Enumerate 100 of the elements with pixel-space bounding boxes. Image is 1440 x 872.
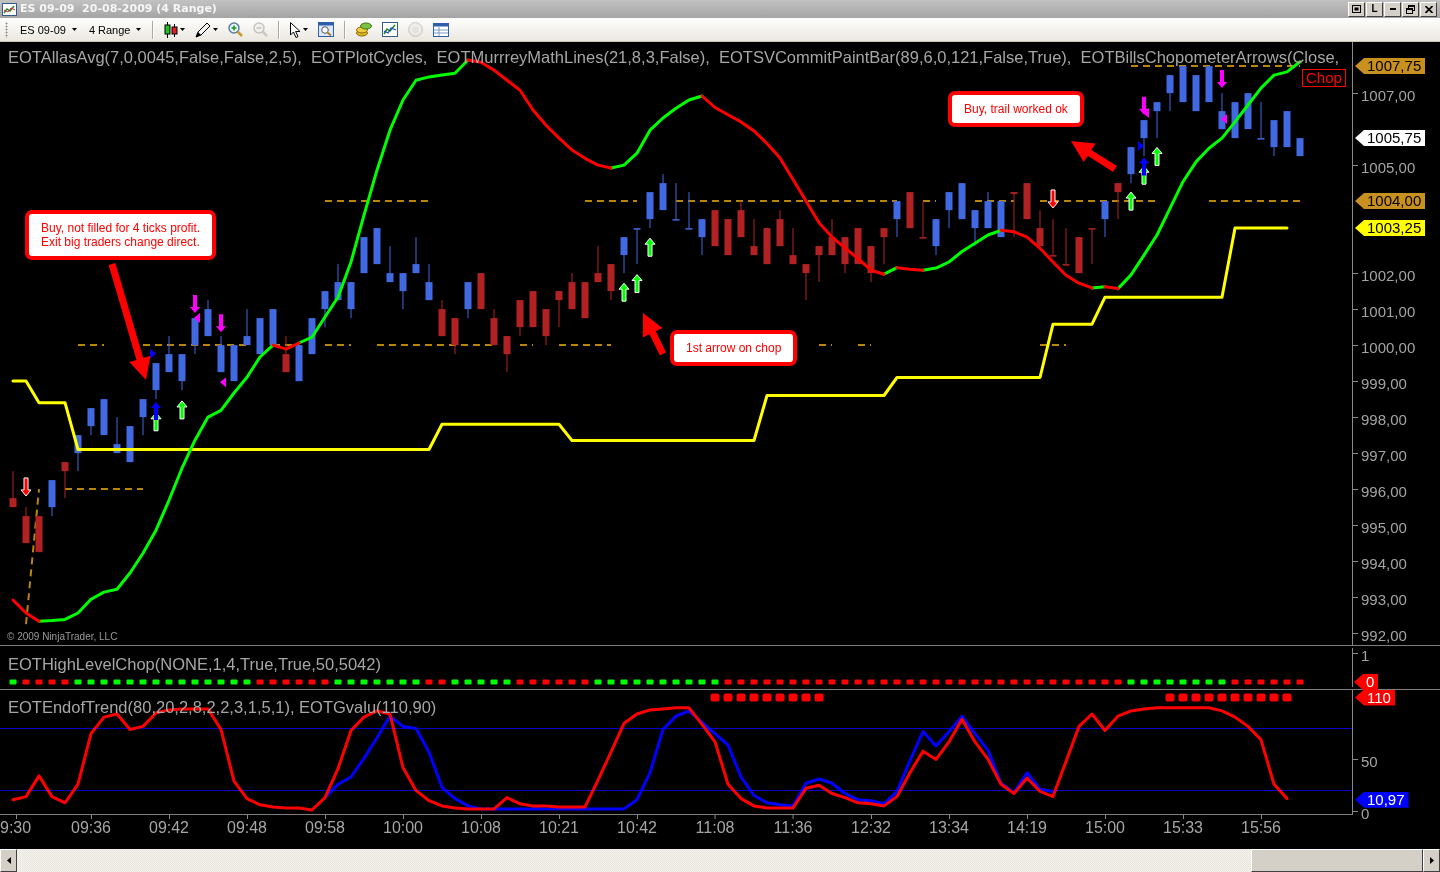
left-triangle-icon [220, 377, 226, 388]
candlestick [191, 318, 199, 355]
candlestick [1257, 102, 1265, 140]
candlestick [22, 507, 30, 544]
scrollbar-thumb[interactable] [1251, 849, 1423, 872]
candlestick [659, 174, 667, 211]
scroll-left-button[interactable] [0, 849, 17, 872]
pencil-icon [195, 21, 212, 38]
caret-icon [71, 28, 77, 31]
up-arrow-icon [1125, 191, 1137, 211]
candlestick [152, 363, 160, 400]
axis-label: 997,00 [1353, 450, 1407, 462]
down-arrow-icon [1047, 189, 1059, 209]
caret-icon [213, 28, 219, 31]
time-label: 09:36 [71, 815, 111, 837]
candlestick [347, 282, 355, 319]
time-label: 11:08 [695, 815, 735, 837]
up-arrow-icon [176, 400, 188, 420]
price-tag: 1004,00 [1355, 193, 1426, 210]
axis-label: 996,00 [1353, 486, 1407, 498]
down-arrow-icon [1217, 70, 1227, 89]
candlestick [971, 210, 979, 247]
candlestick [1010, 192, 1018, 238]
candlestick [1049, 219, 1057, 257]
zoom-out-icon [253, 22, 269, 37]
up-arrow-icon [631, 274, 643, 294]
period-dropdown[interactable]: 4 Range [83, 19, 147, 40]
candlestick [633, 228, 641, 265]
candlestick [542, 309, 550, 346]
candlestick [997, 201, 1005, 238]
axis-label: 1002,00 [1353, 270, 1416, 282]
candlestick [386, 246, 394, 283]
candlestick [308, 318, 316, 355]
window-button[interactable]: L [1366, 1, 1383, 17]
candlestick [373, 228, 381, 265]
axis-label: 1005,00 [1353, 162, 1416, 174]
axis-label: 999,00 [1353, 378, 1407, 390]
left-triangle-icon [1221, 114, 1227, 125]
indicator-label: EOTEndofTrend(80,20,2,8,2,2,3,1,5,1), EOTGvalu(110,90) [8, 700, 437, 715]
time-label: 09:48 [227, 815, 267, 837]
cursor-icon [290, 21, 302, 38]
candlestick [529, 291, 537, 328]
candlestick [295, 345, 303, 382]
restore-button[interactable] [1402, 1, 1419, 17]
candlestick [1270, 120, 1278, 157]
candlestick [893, 201, 901, 238]
indicator-label: EOTHighLevelChop(NONE,1,4,True,True,50,5042) [8, 657, 381, 672]
candlestick [620, 237, 628, 274]
coins-icon [356, 22, 373, 37]
candlestick [1231, 102, 1239, 139]
candlestick [477, 273, 485, 310]
time-label: 15:00 [1085, 815, 1125, 837]
candlestick [594, 246, 602, 283]
candlestick [581, 282, 589, 319]
candlestick [672, 183, 680, 221]
candlestick [35, 516, 43, 553]
candlestick [984, 192, 992, 229]
candlestick [1140, 120, 1148, 157]
candlestick [230, 345, 238, 382]
candlestick [48, 480, 56, 517]
pointer-arrow [1071, 141, 1117, 172]
close-button[interactable] [1420, 1, 1437, 17]
time-label: 09:58 [305, 815, 345, 837]
axis-label: 1 [1353, 650, 1370, 661]
caret-icon [180, 28, 186, 31]
up-arrow-icon [1151, 147, 1163, 166]
candlestick [880, 228, 888, 265]
square-icon [1352, 5, 1361, 13]
minimize-icon [1389, 8, 1396, 10]
down-arrow-icon [20, 477, 32, 497]
candlestick [256, 318, 264, 355]
time-label: 9:30 [0, 815, 32, 837]
axis-label: 993,00 [1353, 594, 1407, 606]
right-triangle-icon [1138, 141, 1144, 152]
candlestick [1166, 75, 1174, 112]
table-icon [433, 22, 450, 37]
candlestick [776, 210, 784, 247]
candlestick [1296, 138, 1304, 157]
axis-label: 998,00 [1353, 414, 1407, 426]
callout-note: 1st arrow on chop [670, 330, 798, 366]
candlestick [919, 201, 927, 239]
axis-label: 1001,00 [1353, 306, 1416, 318]
window-button[interactable] [1348, 1, 1365, 17]
callout-note: Buy, trail worked ok [948, 91, 1084, 127]
time-label: 15:56 [1241, 815, 1281, 837]
candlestick [1179, 66, 1187, 103]
candlestick [438, 300, 446, 337]
left-arrow-icon [6, 857, 11, 864]
candlestick [113, 417, 121, 454]
candlestick [503, 336, 511, 373]
candlestick [490, 309, 498, 346]
toolbar-grip[interactable] [5, 21, 8, 38]
instrument-dropdown[interactable]: ES 09-09 [15, 19, 82, 40]
axis-label: 995,00 [1353, 522, 1407, 534]
up-arrow-icon [618, 282, 630, 302]
candlestick [711, 210, 719, 247]
candlestick [1075, 237, 1083, 274]
minimize-button[interactable] [1384, 1, 1401, 17]
right-triangle-icon [150, 348, 156, 359]
scroll-right-button[interactable] [1423, 849, 1440, 872]
